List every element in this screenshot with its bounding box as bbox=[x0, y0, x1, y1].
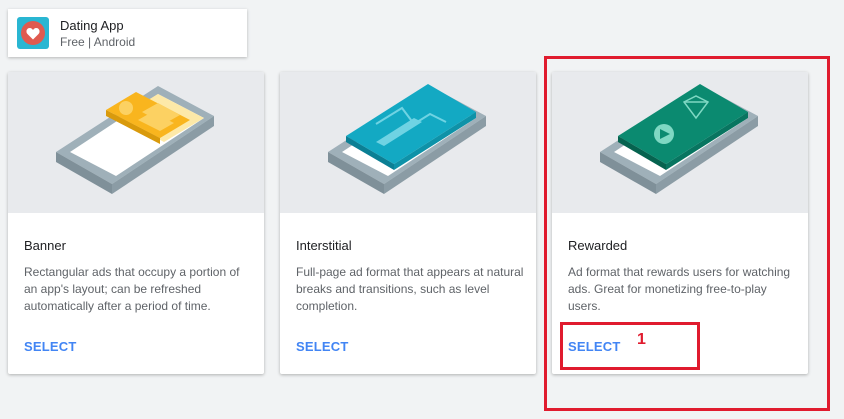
format-title: Rewarded bbox=[568, 238, 628, 253]
format-title: Interstitial bbox=[296, 238, 352, 253]
app-name: Dating App bbox=[60, 17, 124, 33]
format-description: Rectangular ads that occupy a portion of… bbox=[24, 265, 240, 313]
heart-icon bbox=[21, 21, 45, 45]
select-banner-button[interactable]: SELECT bbox=[24, 339, 76, 354]
format-card-interstitial: Interstitial Full-page ad format that ap… bbox=[280, 72, 536, 374]
format-card-rewarded: Rewarded Ad format that rewards users fo… bbox=[552, 72, 808, 374]
interstitial-illustration bbox=[280, 72, 536, 213]
rewarded-illustration bbox=[552, 72, 808, 213]
app-meta: Free | Android bbox=[60, 34, 136, 49]
select-interstitial-button[interactable]: SELECT bbox=[296, 339, 348, 354]
app-icon bbox=[17, 17, 49, 49]
format-description: Full-page ad format that appears at natu… bbox=[296, 265, 524, 313]
banner-illustration bbox=[8, 72, 264, 213]
annotation-number: 1 bbox=[637, 331, 646, 348]
app-header: Dating App Free | Android bbox=[8, 9, 247, 57]
format-card-banner: Banner Rectangular ads that occupy a por… bbox=[8, 72, 264, 374]
select-rewarded-button[interactable]: SELECT bbox=[568, 339, 620, 354]
format-description: Ad format that rewards users for watchin… bbox=[568, 265, 791, 313]
format-title: Banner bbox=[24, 238, 66, 253]
